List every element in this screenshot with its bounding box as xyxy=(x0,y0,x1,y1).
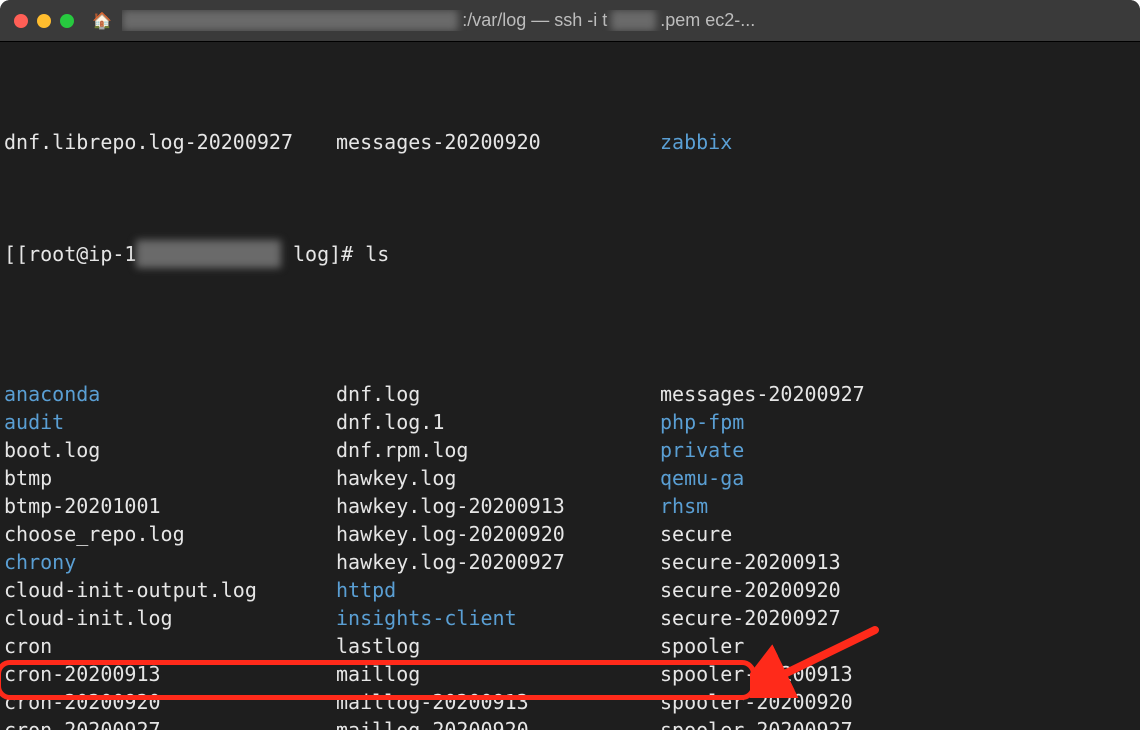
file: hawkey.log xyxy=(336,464,660,492)
file: spooler-20200920 xyxy=(660,688,853,716)
file: messages-20200920 xyxy=(336,128,660,156)
file: spooler-20200913 xyxy=(660,660,853,688)
file: secure-20200913 xyxy=(660,548,841,576)
file: maillog xyxy=(336,660,660,688)
list-row: cron-20200927maillog-20200920spooler-202… xyxy=(4,716,1136,730)
file: cron-20200920 xyxy=(4,688,336,716)
file: choose_repo.log xyxy=(4,520,336,548)
title-path: :/var/log — ssh -i t xyxy=(462,10,607,31)
list-row: anacondadnf.logmessages-20200927 xyxy=(4,380,1136,408)
terminal-window: 🏠 xxxxxxxxxxxxxx — xxxx@ip-xxx-xx-xx-xxx… xyxy=(0,0,1140,730)
prompt-bracket: [ xyxy=(4,240,16,268)
dir: httpd xyxy=(336,576,660,604)
file: spooler-20200927 xyxy=(660,716,853,730)
file: secure-20200920 xyxy=(660,576,841,604)
list-row: cloud-init-output.loghttpdsecure-2020092… xyxy=(4,576,1136,604)
file: boot.log xyxy=(4,436,336,464)
file: maillog-20200913 xyxy=(336,688,660,716)
dir: private xyxy=(660,436,744,464)
home-icon: 🏠 xyxy=(92,11,112,30)
file: secure-20200927 xyxy=(660,604,841,632)
file: maillog-20200920 xyxy=(336,716,660,730)
file: dnf.log xyxy=(336,380,660,408)
file: messages-20200927 xyxy=(660,380,865,408)
file: cloud-init-output.log xyxy=(4,576,336,604)
file: lastlog xyxy=(336,632,660,660)
list-row: cronlastlogspooler xyxy=(4,632,1136,660)
file: hawkey.log-20200913 xyxy=(336,492,660,520)
dir: chrony xyxy=(4,548,336,576)
titlebar[interactable]: 🏠 xxxxxxxxxxxxxx — xxxx@ip-xxx-xx-xx-xxx… xyxy=(0,0,1140,42)
list-row: chronyhawkey.log-20200927secure-20200913 xyxy=(4,548,1136,576)
list-row: dnf.librepo.log-20200927messages-2020092… xyxy=(4,128,1136,156)
title-blur-1: xxxxxxxxxxxxxx — xxxx@ip-xxx-xx-xx-xxx xyxy=(122,10,458,31)
close-button[interactable] xyxy=(14,14,28,28)
list-row: choose_repo.loghawkey.log-20200920secure xyxy=(4,520,1136,548)
file: btmp-20201001 xyxy=(4,492,336,520)
file: cron-20200927 xyxy=(4,716,336,730)
file: cron-20200913 xyxy=(4,660,336,688)
dir: rhsm xyxy=(660,492,708,520)
list-row: auditdnf.log.1php-fpm xyxy=(4,408,1136,436)
traffic-lights xyxy=(14,14,74,28)
list-row: btmphawkey.logqemu-ga xyxy=(4,464,1136,492)
command-text: ls xyxy=(365,240,389,268)
list-row: cron-20200920maillog-20200913spooler-202… xyxy=(4,688,1136,716)
dir: zabbix xyxy=(660,128,732,156)
dir: php-fpm xyxy=(660,408,744,436)
list-row: btmp-20201001hawkey.log-20200913rhsm xyxy=(4,492,1136,520)
prompt-line: [[root@ip-1xx-xx-xx-xxx log]# ls xyxy=(4,240,1136,268)
file: btmp xyxy=(4,464,336,492)
file: hawkey.log-20200927 xyxy=(336,548,660,576)
minimize-button[interactable] xyxy=(37,14,51,28)
dir: audit xyxy=(4,408,336,436)
file: cron xyxy=(4,632,336,660)
file: secure xyxy=(660,520,732,548)
window-title: xxxxxxxxxxxxxx — xxxx@ip-xxx-xx-xx-xxx :… xyxy=(122,10,755,31)
dir: qemu-ga xyxy=(660,464,744,492)
list-row: boot.logdnf.rpm.logprivate xyxy=(4,436,1136,464)
file: cloud-init.log xyxy=(4,604,336,632)
file: spooler xyxy=(660,632,744,660)
prompt-post: log]# xyxy=(281,240,365,268)
zoom-button[interactable] xyxy=(60,14,74,28)
file: hawkey.log-20200920 xyxy=(336,520,660,548)
prompt-blur: xx-xx-xx-xxx xyxy=(136,240,281,268)
file: dnf.rpm.log xyxy=(336,436,660,464)
terminal-content[interactable]: dnf.librepo.log-20200927messages-2020092… xyxy=(0,42,1140,730)
dir: insights-client xyxy=(336,604,660,632)
title-blur-2: xxxxx xyxy=(611,10,656,31)
prompt-user: [root@ip-1 xyxy=(16,240,136,268)
list-row: cron-20200913maillogspooler-20200913 xyxy=(4,660,1136,688)
dir: anaconda xyxy=(4,380,336,408)
list-row: cloud-init.loginsights-clientsecure-2020… xyxy=(4,604,1136,632)
file: dnf.librepo.log-20200927 xyxy=(4,128,336,156)
title-end: .pem ec2-... xyxy=(660,10,755,31)
file: dnf.log.1 xyxy=(336,408,660,436)
